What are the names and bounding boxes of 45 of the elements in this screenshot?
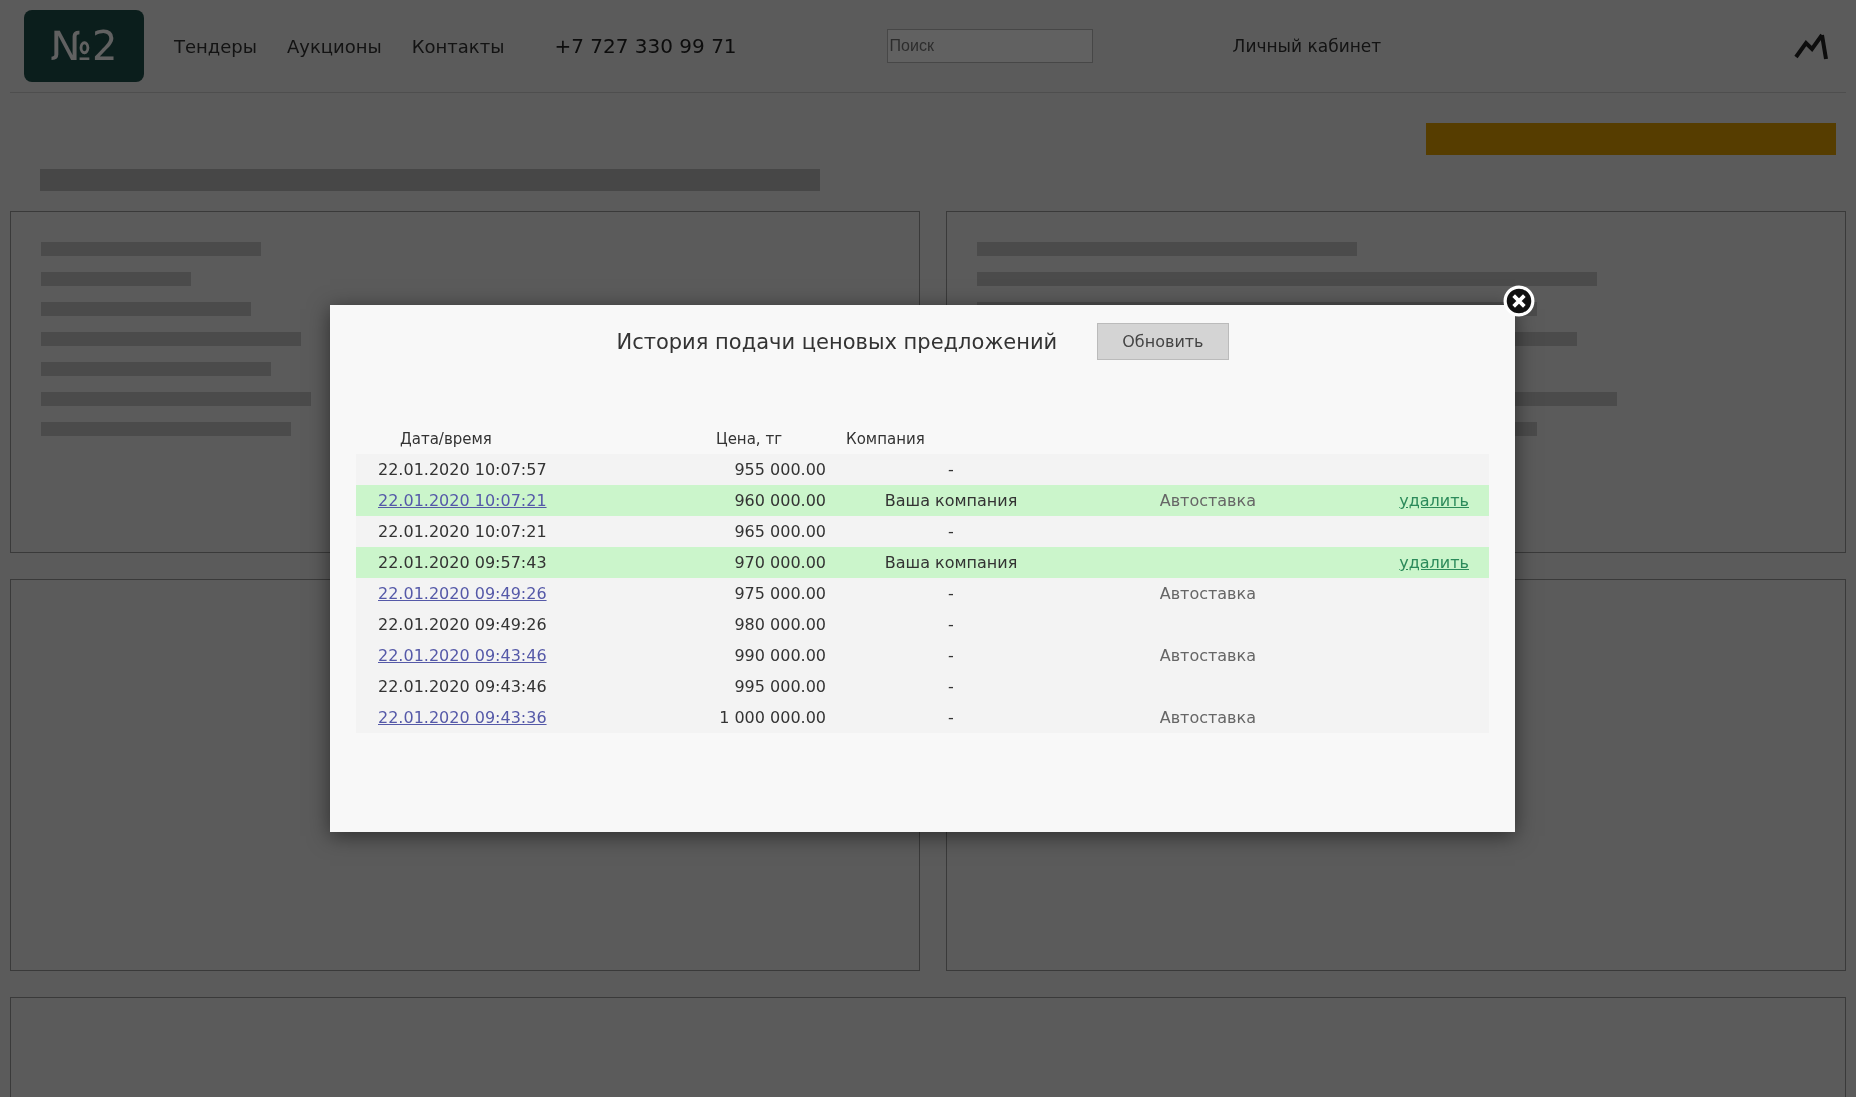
delete-link[interactable]: удалить: [1399, 491, 1469, 510]
nav-link[interactable]: Тендеры: [174, 35, 257, 57]
date-cell: 22.01.2020 09:43:46: [378, 677, 547, 696]
company-cell: -: [948, 615, 954, 634]
refresh-button[interactable]: Обновить: [1097, 323, 1229, 360]
bid-mode-cell: Автоставка: [1159, 584, 1256, 603]
delete-link[interactable]: удалить: [1399, 553, 1469, 572]
bid-mode-cell: Автоставка: [1159, 491, 1256, 510]
nav-link[interactable]: Контакты: [411, 35, 505, 57]
bid-mode-cell: Автоставка: [1159, 646, 1256, 665]
date-link[interactable]: 22.01.2020 10:07:21: [378, 491, 547, 510]
company-cell: -: [948, 708, 954, 727]
date-cell: 22.01.2020 09:57:43: [378, 553, 547, 572]
price-cell: 965 000.00: [734, 522, 826, 541]
company-cell: -: [948, 584, 954, 603]
company-cell: -: [948, 677, 954, 696]
price-cell: 975 000.00: [734, 584, 826, 603]
date-link[interactable]: 22.01.2020 09:43:36: [378, 708, 547, 727]
date-cell: 22.01.2020 10:07:57: [378, 460, 547, 479]
price-cell: 995 000.00: [734, 677, 826, 696]
company-cell: -: [948, 646, 954, 665]
price-cell: 1 000 000.00: [719, 708, 826, 727]
date-cell: 22.01.2020 10:07:21: [378, 522, 547, 541]
logo[interactable]: №2: [24, 10, 144, 82]
nav-link[interactable]: Аукционы: [287, 35, 382, 57]
price-cell: 990 000.00: [734, 646, 826, 665]
phone-number: +7 727 330 99 71: [554, 34, 737, 58]
price-cell: 955 000.00: [734, 460, 826, 479]
bid-mode-cell: Автоставка: [1159, 708, 1256, 727]
company-cell: -: [948, 460, 954, 479]
date-link[interactable]: 22.01.2020 09:43:46: [378, 646, 547, 665]
company-cell: Ваша компания: [884, 491, 1018, 510]
price-cell: 970 000.00: [734, 553, 826, 572]
close-icon[interactable]: [1503, 285, 1535, 317]
column-header: Компания: [846, 430, 925, 448]
company-cell: -: [948, 522, 954, 541]
column-header: Дата/время: [400, 430, 492, 448]
account-link[interactable]: Личный кабинет: [1232, 36, 1382, 56]
price-cell: 980 000.00: [734, 615, 826, 634]
column-header: Цена, тг: [716, 430, 783, 448]
date-link[interactable]: 22.01.2020 09:49:26: [378, 584, 547, 603]
company-cell: Ваша компания: [884, 553, 1018, 572]
modal-title: История подачи ценовых предложений: [616, 329, 1058, 354]
price-cell: 960 000.00: [734, 491, 826, 510]
date-cell: 22.01.2020 09:49:26: [378, 615, 547, 634]
